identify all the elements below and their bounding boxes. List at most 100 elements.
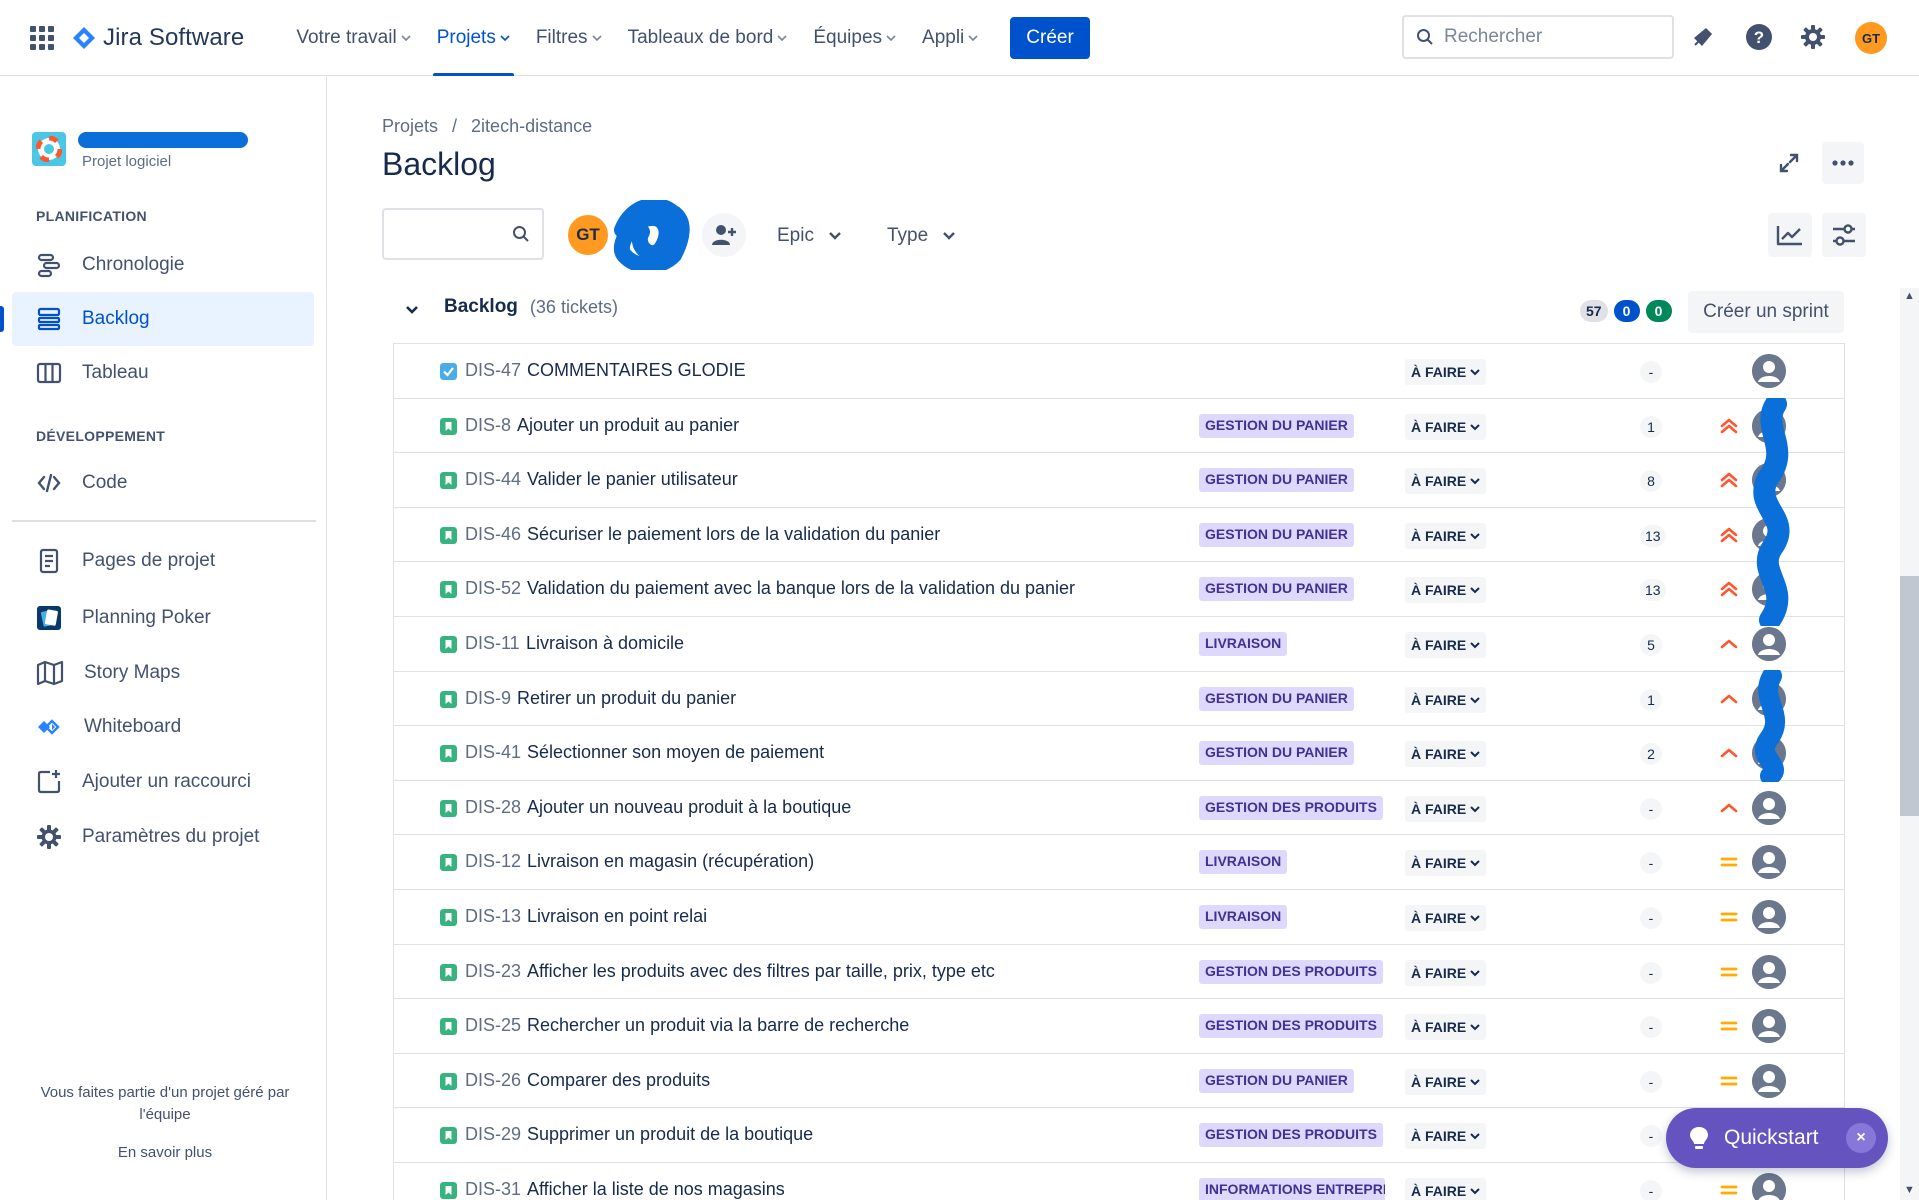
status-dropdown[interactable]: À FAIRE (1405, 795, 1487, 822)
assignee-avatar-icon[interactable] (1752, 681, 1786, 716)
nav-your-work[interactable]: Votre travail (284, 0, 422, 76)
help-icon[interactable]: ? (1744, 22, 1774, 52)
learn-more-link[interactable]: En savoir plus (20, 1142, 310, 1164)
story-points-badge[interactable]: 13 (1640, 524, 1666, 547)
status-dropdown[interactable]: À FAIRE (1405, 413, 1487, 440)
story-points-badge[interactable]: - (1640, 361, 1662, 383)
issue-row[interactable]: DIS-23 Afficher les produits avec des fil… (394, 944, 1844, 1000)
nav-filters[interactable]: Filtres (524, 0, 614, 76)
settings-gear-icon[interactable] (1798, 22, 1828, 52)
epic-lozenge[interactable]: LIVRAISON (1199, 850, 1288, 875)
chevron-down-icon[interactable] (404, 302, 420, 318)
create-button[interactable]: Créer (1010, 16, 1090, 59)
issue-key[interactable]: DIS-52 (465, 578, 521, 599)
nav-dashboards[interactable]: Tableaux de bord (616, 0, 800, 76)
issue-row[interactable]: DIS-11 Livraison à domicile LIVRAISON À FAI… (394, 616, 1844, 672)
status-dropdown[interactable]: À FAIRE (1405, 359, 1487, 385)
scrollbar-thumb[interactable] (1900, 576, 1919, 816)
search-input[interactable] (1444, 26, 1654, 48)
status-dropdown[interactable]: À FAIRE (1405, 959, 1487, 986)
issue-row[interactable]: DIS-46 Sécuriser le paiement lors de la v… (394, 507, 1844, 563)
status-dropdown[interactable]: À FAIRE (1405, 686, 1487, 713)
issue-key[interactable]: DIS-29 (465, 1124, 521, 1145)
status-dropdown[interactable]: À FAIRE (1405, 741, 1487, 768)
epic-lozenge[interactable]: GESTION DU PANIER (1199, 522, 1354, 547)
epic-lozenge[interactable]: GESTION DU PANIER (1199, 1068, 1354, 1093)
project-header[interactable]: Projet logiciel (32, 128, 248, 170)
assignee-avatar-icon[interactable] (1752, 463, 1786, 498)
issue-key[interactable]: DIS-8 (465, 415, 511, 436)
notifications-icon[interactable] (1688, 22, 1718, 52)
issue-row[interactable]: DIS-9 Retirer un produit du panier GESTION… (394, 671, 1844, 727)
story-points-badge[interactable]: 5 (1640, 633, 1662, 656)
issue-row[interactable]: DIS-28 Ajouter un nouveau produit à la bo… (394, 780, 1844, 836)
nav-teams[interactable]: Équipes (801, 0, 908, 76)
sidebar-item-planning-poker[interactable]: Planning Poker (12, 591, 314, 645)
epic-filter-dropdown[interactable]: Epic (777, 220, 842, 252)
status-dropdown[interactable]: À FAIRE (1405, 522, 1487, 549)
issue-key[interactable]: DIS-23 (465, 961, 521, 982)
sidebar-item-story-maps[interactable]: Story Maps (12, 646, 314, 700)
epic-lozenge[interactable]: INFORMATIONS ENTREPRI (1199, 1177, 1385, 1200)
story-points-badge[interactable]: 1 (1640, 415, 1662, 438)
epic-lozenge[interactable]: GESTION DES PRODUITS (1199, 1014, 1383, 1039)
insights-button[interactable] (1768, 213, 1812, 257)
create-sprint-button[interactable]: Créer un sprint (1688, 291, 1844, 333)
app-switcher-icon[interactable] (30, 25, 54, 50)
breadcrumb-project[interactable]: 2itech-distance (471, 116, 592, 137)
story-points-badge[interactable]: - (1640, 1179, 1662, 1200)
epic-lozenge[interactable]: GESTION DU PANIER (1199, 577, 1354, 602)
story-points-badge[interactable]: - (1640, 1125, 1662, 1148)
nav-apps[interactable]: Appli (910, 0, 990, 76)
status-dropdown[interactable]: À FAIRE (1405, 468, 1487, 495)
assignee-avatar-icon[interactable] (1752, 899, 1786, 934)
type-filter-dropdown[interactable]: Type (887, 220, 956, 252)
backlog-search[interactable] (382, 208, 544, 260)
assignee-avatar-icon[interactable] (1752, 1009, 1786, 1044)
assignee-avatar-icon[interactable] (1752, 408, 1786, 443)
sidebar-item-add-shortcut[interactable]: Ajouter un raccourci (12, 755, 314, 809)
story-points-badge[interactable]: - (1640, 906, 1662, 929)
sidebar-item-timeline[interactable]: Chronologie (12, 238, 314, 292)
scroll-down-icon[interactable]: ▼ (1904, 1184, 1915, 1196)
backlog-search-input[interactable] (392, 220, 502, 241)
assignee-avatar-icon[interactable] (1752, 626, 1786, 661)
global-search[interactable] (1402, 15, 1674, 59)
more-actions-button[interactable] (1822, 142, 1864, 184)
issue-row[interactable]: DIS-13 Livraison en point relai LIVRAISON À… (394, 889, 1844, 945)
user-avatar[interactable]: GT (1855, 22, 1887, 54)
story-points-badge[interactable]: - (1640, 961, 1662, 984)
issue-key[interactable]: DIS-26 (465, 1070, 521, 1091)
assignee-avatar-icon[interactable] (1752, 517, 1786, 552)
issue-row[interactable]: DIS-31 Afficher la liste de nos magasins I… (394, 1162, 1844, 1200)
sidebar-item-whiteboard[interactable]: Whiteboard (12, 700, 314, 754)
assignee-avatar-icon[interactable] (1752, 354, 1786, 388)
sidebar-item-code[interactable]: Code (12, 456, 314, 510)
issue-key[interactable]: DIS-13 (465, 906, 521, 927)
scroll-up-icon[interactable]: ▲ (1904, 290, 1915, 302)
assignee-avatar-icon[interactable] (1752, 736, 1786, 771)
status-dropdown[interactable]: À FAIRE (1405, 631, 1487, 658)
issue-key[interactable]: DIS-47 (465, 360, 521, 381)
story-points-badge[interactable]: - (1640, 852, 1662, 875)
epic-lozenge[interactable]: GESTION DU PANIER (1199, 741, 1354, 766)
sidebar-item-backlog[interactable]: Backlog (0, 292, 314, 346)
status-dropdown[interactable]: À FAIRE (1405, 577, 1487, 604)
assignee-avatar-icon[interactable] (1752, 845, 1786, 880)
story-points-badge[interactable]: 8 (1640, 470, 1662, 493)
issue-row[interactable]: DIS-8 Ajouter un produit au panier GESTION… (394, 398, 1844, 454)
epic-lozenge[interactable]: GESTION DU PANIER (1199, 686, 1354, 711)
quickstart-button[interactable]: Quickstart × (1666, 1108, 1888, 1168)
close-icon[interactable]: × (1846, 1123, 1876, 1153)
fullscreen-button[interactable] (1768, 142, 1810, 184)
issue-row[interactable]: DIS-52 Validation du paiement avec la ban… (394, 562, 1844, 617)
assignee-avatar-icon[interactable] (1752, 954, 1786, 989)
issue-key[interactable]: DIS-11 (465, 633, 520, 654)
issue-row[interactable]: DIS-47 COMMENTAIRES GLODIE À FAIRE - (394, 344, 1844, 399)
story-points-badge[interactable]: - (1640, 1016, 1662, 1039)
issue-key[interactable]: DIS-46 (465, 524, 521, 545)
issue-key[interactable]: DIS-12 (465, 851, 521, 872)
epic-lozenge[interactable]: GESTION DES PRODUITS (1199, 959, 1383, 984)
issue-key[interactable]: DIS-31 (465, 1179, 521, 1200)
story-points-badge[interactable]: - (1640, 1070, 1662, 1093)
